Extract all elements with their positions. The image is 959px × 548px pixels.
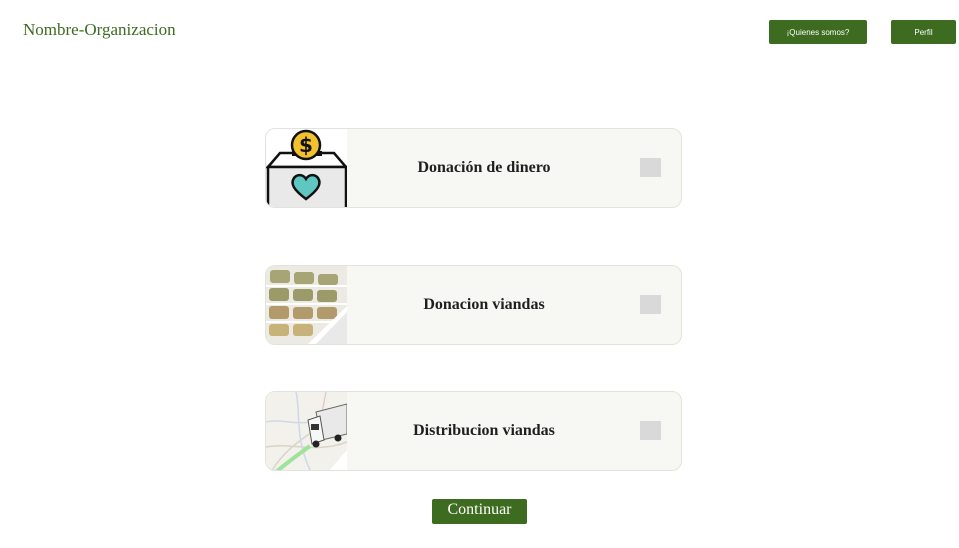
option-label: Donacion viandas — [423, 296, 545, 313]
donation-box-icon: $ — [266, 129, 347, 207]
option-label: Donación de dinero — [417, 159, 551, 176]
option-card-food-donation[interactable]: Donacion viandas — [265, 265, 682, 345]
profile-button[interactable]: Perfil — [891, 20, 956, 44]
option-checkbox[interactable] — [640, 295, 661, 314]
option-checkbox[interactable] — [640, 421, 661, 440]
continue-button[interactable]: Continuar — [432, 499, 527, 524]
svg-text:$: $ — [299, 133, 313, 157]
option-card-food-distribution[interactable]: Distribucion viandas — [265, 391, 682, 471]
delivery-truck-map-image — [266, 392, 347, 470]
option-card-money-donation[interactable]: $ Donación de dinero — [265, 128, 682, 208]
organization-name: Nombre-Organizacion — [23, 20, 176, 39]
food-containers-image — [266, 266, 347, 344]
option-checkbox[interactable] — [640, 158, 661, 177]
option-label: Distribucion viandas — [413, 422, 555, 439]
about-us-button[interactable]: ¡Quienes somos? — [769, 20, 867, 44]
